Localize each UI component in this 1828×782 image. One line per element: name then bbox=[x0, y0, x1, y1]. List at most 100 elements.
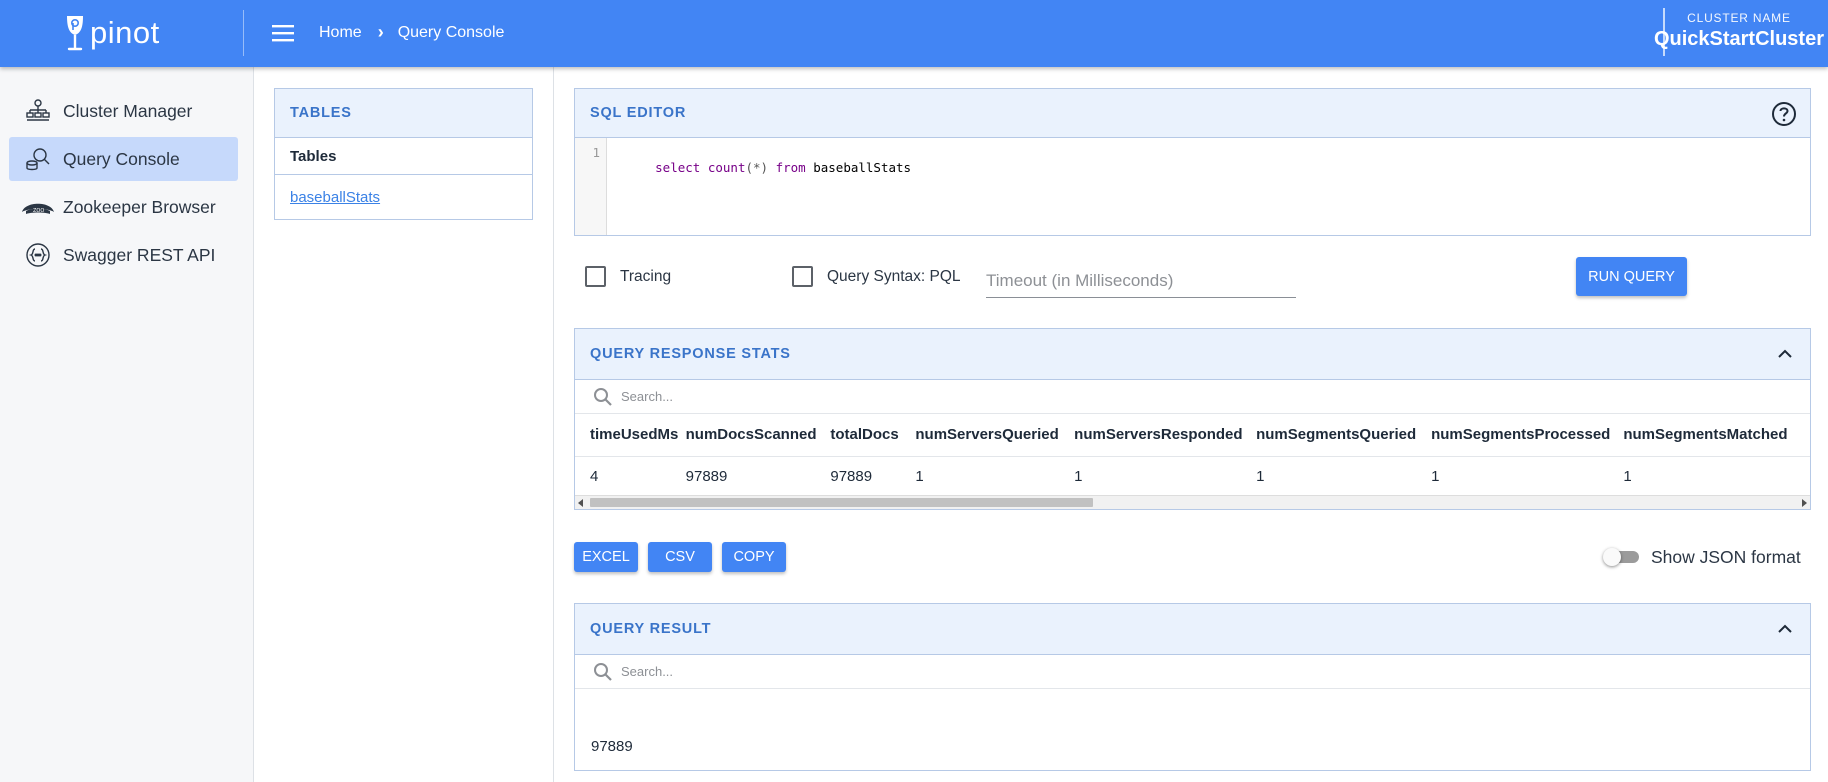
sidebar-item-label: Query Console bbox=[63, 148, 180, 169]
tracing-label: Tracing bbox=[620, 267, 672, 285]
logo-text: pinot bbox=[90, 15, 160, 50]
pql-label: Query Syntax: PQL bbox=[827, 267, 961, 285]
column-header[interactable]: numServersQueried bbox=[915, 414, 1075, 457]
tables-panel: TABLES Tables baseballStats bbox=[274, 88, 533, 220]
cluster-name-label: CLUSTER NAME bbox=[1687, 11, 1791, 25]
line-number: 1 bbox=[592, 145, 600, 160]
sidebar-item-cluster-manager[interactable]: Cluster Manager bbox=[9, 89, 238, 133]
sidebar-item-label: Cluster Manager bbox=[63, 100, 193, 121]
table-link-baseballstats[interactable]: baseballStats bbox=[275, 175, 532, 219]
column-header[interactable]: timeUsedMs bbox=[575, 414, 686, 457]
sql-query-text: select count(*) from baseballStats bbox=[610, 145, 911, 190]
column-header[interactable]: numServersResponded bbox=[1074, 414, 1257, 457]
result-value: 97889 bbox=[591, 738, 633, 755]
column-header[interactable]: numSegmentsProcessed bbox=[1431, 414, 1624, 457]
tracing-option[interactable]: Tracing bbox=[585, 266, 671, 287]
wine-glass-icon bbox=[67, 16, 83, 51]
search-icon bbox=[594, 387, 612, 406]
breadcrumb-current: Query Console bbox=[397, 23, 505, 41]
column-header[interactable]: numSegmentsQueried bbox=[1256, 414, 1432, 457]
editor-gutter: 1 bbox=[575, 138, 607, 235]
pql-checkbox[interactable] bbox=[792, 266, 813, 287]
chevron-up-icon[interactable] bbox=[1776, 620, 1794, 638]
sidebar: Cluster Manager Query Console ZOO Zookee… bbox=[0, 67, 254, 782]
table-cell: 97889 bbox=[685, 467, 728, 485]
show-json-label: Show JSON format bbox=[1651, 547, 1801, 567]
tables-column-header: Tables bbox=[275, 138, 532, 175]
sql-token: baseballStats bbox=[805, 160, 912, 175]
run-query-button[interactable]: RUN QUERY bbox=[1576, 257, 1687, 296]
query-response-stats-panel: QUERY RESPONSE STATS timeUsedMs numDocsS… bbox=[574, 328, 1811, 510]
column-header[interactable]: numSegmentsMatched bbox=[1623, 414, 1810, 457]
cluster-icon bbox=[21, 94, 55, 128]
cluster-info: CLUSTER NAME QuickStartCluster bbox=[1654, 11, 1824, 51]
search-icon bbox=[594, 662, 612, 681]
panel-divider bbox=[553, 67, 554, 782]
api-icon bbox=[21, 238, 55, 272]
sidebar-item-label: Zookeeper Browser bbox=[63, 196, 216, 217]
query-icon bbox=[21, 142, 55, 176]
stats-header: QUERY RESPONSE STATS bbox=[575, 329, 1810, 380]
sql-code-editor[interactable]: 1 select count(*) from baseballStats bbox=[575, 138, 1810, 235]
breadcrumb-home[interactable]: Home bbox=[319, 24, 362, 42]
sql-token: (*) bbox=[745, 160, 769, 175]
top-app-bar: pinot Home › Query Console CLUSTER NAME … bbox=[0, 0, 1828, 67]
show-json-toggle[interactable] bbox=[1603, 548, 1639, 566]
hamburger-menu-icon bbox=[272, 25, 294, 42]
breadcrumb: Home › Query Console bbox=[319, 22, 504, 43]
sidebar-item-label: Swagger REST API bbox=[63, 244, 216, 265]
scrollbar-thumb[interactable] bbox=[590, 498, 1093, 507]
sql-editor-panel: SQL EDITOR 1 select count(*) from baseba… bbox=[574, 88, 1811, 236]
help-icon[interactable] bbox=[1771, 101, 1797, 127]
pinot-logo[interactable]: pinot bbox=[64, 12, 160, 54]
result-search-input[interactable] bbox=[621, 664, 921, 679]
stats-search-input[interactable] bbox=[621, 389, 921, 404]
chevron-up-icon[interactable] bbox=[1776, 345, 1794, 363]
sql-editor-header: SQL EDITOR bbox=[575, 89, 1810, 138]
stats-title: QUERY RESPONSE STATS bbox=[590, 346, 791, 362]
copy-button[interactable]: COPY bbox=[722, 542, 786, 572]
stats-table: timeUsedMs numDocsScanned totalDocs numS… bbox=[575, 414, 1810, 496]
svg-text:ZOO: ZOO bbox=[33, 208, 44, 214]
table-cell: 1 bbox=[1074, 467, 1083, 485]
sql-editor-title: SQL EDITOR bbox=[590, 105, 687, 121]
csv-button[interactable]: CSV bbox=[648, 542, 712, 572]
column-header[interactable]: totalDocs bbox=[830, 414, 916, 457]
excel-button[interactable]: EXCEL bbox=[574, 542, 638, 572]
sql-token: count bbox=[707, 160, 746, 175]
tables-panel-title: TABLES bbox=[275, 89, 532, 138]
table-row: 4 97889 97889 1 1 1 1 1 bbox=[575, 456, 1810, 496]
sidebar-item-query-console[interactable]: Query Console bbox=[9, 137, 238, 181]
cluster-name-value: QuickStartCluster bbox=[1653, 28, 1824, 50]
timeout-input[interactable] bbox=[986, 264, 1296, 298]
header-divider bbox=[243, 10, 244, 56]
sidebar-item-zookeeper-browser[interactable]: ZOO Zookeeper Browser bbox=[9, 185, 238, 229]
query-result-panel: QUERY RESULT 97889 bbox=[574, 603, 1811, 771]
table-cell: 97889 bbox=[830, 467, 873, 485]
chevron-right-icon: › bbox=[377, 22, 384, 42]
column-header[interactable]: numDocsScanned bbox=[685, 414, 831, 457]
menu-button[interactable] bbox=[268, 18, 298, 48]
sql-token: select bbox=[655, 160, 701, 175]
result-search-row bbox=[575, 655, 1810, 689]
table-header-row: timeUsedMs numDocsScanned totalDocs numS… bbox=[575, 414, 1810, 457]
table-cell: 1 bbox=[1623, 467, 1632, 485]
result-title: QUERY RESULT bbox=[590, 621, 712, 637]
result-header: QUERY RESULT bbox=[575, 604, 1810, 655]
tracing-checkbox[interactable] bbox=[585, 266, 606, 287]
scroll-right-arrow-icon[interactable] bbox=[1802, 499, 1807, 507]
sql-token: from bbox=[775, 160, 806, 175]
scroll-left-arrow-icon[interactable] bbox=[578, 499, 583, 507]
table-cell: 1 bbox=[1256, 467, 1265, 485]
sidebar-item-swagger-rest-api[interactable]: Swagger REST API bbox=[9, 233, 238, 277]
horizontal-scrollbar[interactable] bbox=[575, 495, 1810, 509]
stats-search-row bbox=[575, 380, 1810, 414]
toggle-thumb bbox=[1603, 548, 1621, 566]
table-cell: 4 bbox=[590, 467, 599, 485]
pql-option[interactable]: Query Syntax: PQL bbox=[792, 266, 961, 287]
table-cell: 1 bbox=[915, 467, 924, 485]
table-cell: 1 bbox=[1431, 467, 1440, 485]
zookeeper-icon: ZOO bbox=[21, 190, 55, 224]
